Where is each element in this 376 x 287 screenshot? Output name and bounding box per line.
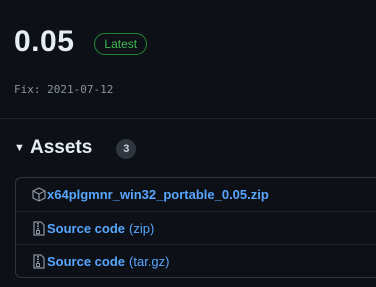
asset-link[interactable]: x64plgmnr_win32_portable_0.05.zip bbox=[47, 187, 269, 202]
file-zip-icon bbox=[32, 220, 46, 236]
asset-list: x64plgmnr_win32_portable_0.05.zip Source… bbox=[15, 177, 376, 278]
asset-row[interactable]: x64plgmnr_win32_portable_0.05.zip bbox=[16, 178, 376, 211]
asset-row[interactable]: Source code (tar.gz) bbox=[16, 244, 376, 277]
latest-badge: Latest bbox=[94, 33, 148, 55]
assets-count-badge: 3 bbox=[116, 139, 137, 159]
release-header: 0.05 Latest bbox=[14, 24, 148, 60]
assets-title: Assets bbox=[30, 136, 93, 158]
divider bbox=[0, 118, 376, 119]
release-notes: Fix: 2021-07-12 bbox=[14, 83, 114, 96]
caret-down-icon: ▼ bbox=[14, 141, 25, 154]
asset-format: (tar.gz) bbox=[129, 253, 170, 269]
asset-link[interactable]: Source code bbox=[47, 221, 125, 236]
asset-row[interactable]: Source code (zip) bbox=[16, 211, 376, 244]
release-version[interactable]: 0.05 bbox=[14, 24, 74, 60]
package-icon bbox=[32, 187, 46, 203]
asset-format: (zip) bbox=[129, 220, 155, 236]
release-page: 0.05 Latest Fix: 2021-07-12 ▼ Assets 3 x… bbox=[0, 0, 376, 287]
assets-toggle[interactable]: ▼ Assets 3 bbox=[14, 136, 137, 159]
file-zip-icon bbox=[32, 253, 46, 269]
asset-link[interactable]: Source code bbox=[47, 254, 125, 269]
